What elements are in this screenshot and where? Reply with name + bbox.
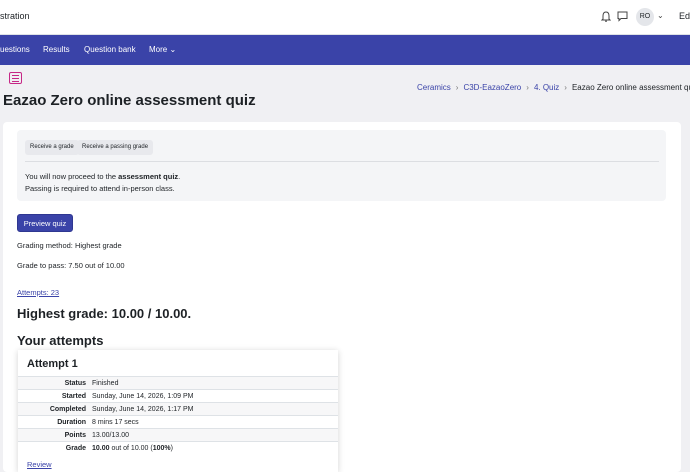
main-content-card: Receive a grade Receive a passing grade … — [3, 122, 681, 472]
row-label-points: Points — [18, 428, 92, 442]
table-row: Points 13.00/13.00 — [18, 428, 338, 442]
attempt-summary-card: Attempt 1 Status Finished Started Sunday, … — [18, 350, 338, 472]
intro-text-line2: Passing is required to attend in-person … — [25, 184, 175, 193]
table-row: Completed Sunday, June 14, 2026, 1:17 PM — [18, 402, 338, 416]
breadcrumb: Ceramics › C3D-EazaoZero › 4. Quiz › Eazao Zer… — [417, 83, 690, 92]
table-row: Duration 8 mins 17 secs — [18, 415, 338, 429]
row-value-completed: Sunday, June 14, 2026, 1:17 PM — [92, 402, 338, 416]
grade-to-pass: Grade to pass: 7.50 out of 10.00 — [17, 261, 125, 270]
breadcrumb-ceramics[interactable]: Ceramics — [417, 83, 451, 92]
nav-more[interactable]: More ⌄ — [149, 45, 176, 54]
site-name[interactable]: stration — [0, 11, 30, 21]
row-value-grade: 10.00 out of 10.00 (100%) — [92, 441, 338, 455]
row-label-grade: Grade — [18, 441, 92, 455]
completion-chip-grade: Receive a grade — [25, 140, 79, 155]
table-row: Started Sunday, June 14, 2026, 1:09 PM — [18, 389, 338, 403]
edit-mode-label[interactable]: Edi — [679, 11, 690, 21]
attempt-summary-table: Status Finished Started Sunday, June 14, 2… — [18, 376, 338, 455]
row-label-duration: Duration — [18, 415, 92, 429]
row-label-started: Started — [18, 389, 92, 403]
completion-chip-passing: Receive a passing grade — [77, 140, 154, 155]
nav-question-bank[interactable]: Question bank — [84, 45, 136, 54]
attempts-link[interactable]: Attempts: 23 — [17, 288, 59, 297]
breadcrumb-course[interactable]: C3D-EazaoZero — [463, 83, 521, 92]
row-label-status: Status — [18, 376, 92, 390]
your-attempts-heading: Your attempts — [17, 333, 104, 348]
page-title: Eazao Zero online assessment quiz — [3, 92, 256, 109]
breadcrumb-separator-icon: › — [526, 83, 529, 92]
nav-results[interactable]: Results — [43, 45, 70, 54]
table-row: Grade 10.00 out of 10.00 (100%) — [18, 441, 338, 455]
highest-grade: Highest grade: 10.00 / 10.00. — [17, 306, 192, 321]
secondary-navigation: uestions Results Question bank More ⌄ — [0, 35, 690, 65]
chevron-down-icon: ⌄ — [169, 45, 177, 54]
breadcrumb-separator-icon: › — [455, 83, 459, 92]
row-value-duration: 8 mins 17 secs — [92, 415, 338, 429]
row-value-started: Sunday, June 14, 2026, 1:09 PM — [92, 389, 338, 403]
quiz-icon — [9, 72, 22, 84]
breadcrumb-separator-icon: › — [564, 83, 567, 92]
review-link[interactable]: Review — [27, 460, 52, 469]
nav-questions[interactable]: uestions — [0, 45, 30, 54]
activity-information: Receive a grade Receive a passing grade … — [17, 130, 666, 201]
row-value-status: Finished — [92, 376, 338, 390]
user-avatar[interactable]: RO — [636, 8, 654, 26]
divider — [25, 161, 659, 162]
intro-text: You will now proceed to the assessment q… — [25, 172, 181, 181]
row-label-completed: Completed — [18, 402, 92, 416]
table-row: Status Finished — [18, 376, 338, 390]
chevron-down-icon[interactable]: ⌄ — [657, 11, 664, 20]
breadcrumb-section[interactable]: 4. Quiz — [534, 83, 559, 92]
attempt-heading: Attempt 1 — [27, 358, 78, 370]
preview-quiz-button[interactable]: Preview quiz — [17, 214, 73, 232]
top-navbar: stration RO ⌄ Edi — [0, 0, 690, 35]
message-icon[interactable] — [617, 11, 628, 22]
grading-method: Grading method: Highest grade — [17, 241, 122, 250]
row-value-points: 13.00/13.00 — [92, 428, 338, 442]
breadcrumb-current: Eazao Zero online assessment quiz — [571, 83, 690, 92]
nav-more-label: More — [149, 45, 168, 54]
bell-icon[interactable] — [601, 11, 611, 23]
